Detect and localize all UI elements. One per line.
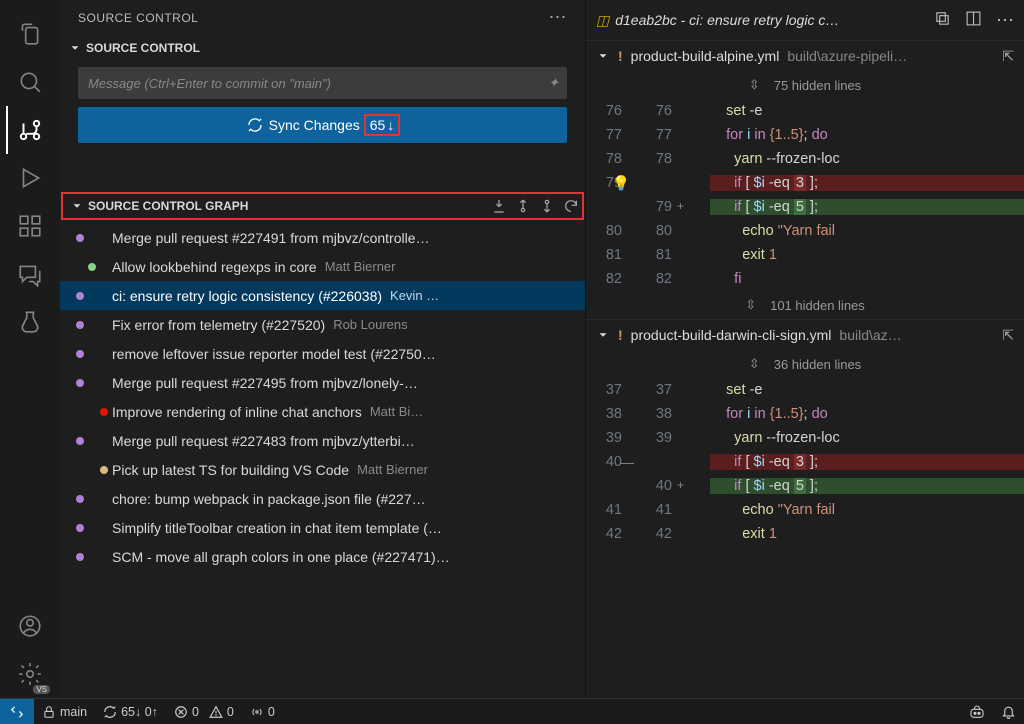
source-control-section-header[interactable]: SOURCE CONTROL	[60, 35, 585, 61]
commit-list: Merge pull request #227491 from mjbvz/co…	[60, 223, 585, 571]
branch-indicator[interactable]: main	[34, 699, 95, 724]
commit-row[interactable]: Merge pull request #227495 from mjbvz/lo…	[60, 368, 585, 397]
folded-region[interactable]: ⇳36 hidden lines	[586, 350, 1024, 378]
modified-icon: !	[618, 327, 623, 343]
copilot-status[interactable]	[961, 704, 993, 720]
editor-more-icon[interactable]: ⋯	[996, 10, 1014, 31]
chat-icon[interactable]	[6, 250, 54, 298]
code-line[interactable]: 81 81 exit 1	[586, 243, 1024, 267]
graph-actions	[491, 198, 579, 214]
pull-icon[interactable]	[515, 198, 531, 214]
explorer-icon[interactable]	[6, 10, 54, 58]
code-line[interactable]: 77 77 for i in {1..5}; do	[586, 123, 1024, 147]
code-line[interactable]: 79💡 if [ $i -eq 3 ];	[586, 171, 1024, 195]
commit-row[interactable]: Simplify titleToolbar creation in chat i…	[60, 513, 585, 542]
split-icon[interactable]	[965, 10, 982, 27]
unfold-icon: ⇳	[749, 356, 760, 372]
graph-label: SOURCE CONTROL GRAPH	[88, 199, 248, 213]
sync-status[interactable]: 65↓ 0↑	[95, 699, 166, 724]
status-bar: main 65↓ 0↑ 0 0 0	[0, 698, 1024, 724]
open-file-icon[interactable]: ⇱	[1002, 327, 1014, 344]
ports-status[interactable]: 0	[242, 699, 283, 724]
commit-row[interactable]: Fix error from telemetry (#227520)Rob Lo…	[60, 310, 585, 339]
code-line[interactable]: 38 38 for i in {1..5}; do	[586, 402, 1024, 426]
folded-region[interactable]: ⇳75 hidden lines	[586, 71, 1024, 99]
panel-more-icon[interactable]: ⋯	[549, 7, 568, 28]
code-line[interactable]: 39 39 yarn --frozen-loc	[586, 426, 1024, 450]
sync-label: Sync Changes	[269, 117, 360, 133]
commit-row[interactable]: ci: ensure retry logic consistency (#226…	[60, 281, 585, 310]
testing-icon[interactable]	[6, 298, 54, 346]
commit-row[interactable]: remove leftover issue reporter model tes…	[60, 339, 585, 368]
fetch-icon[interactable]	[491, 198, 507, 214]
run-debug-icon[interactable]	[6, 154, 54, 202]
code-line[interactable]: 82 82 fi	[586, 267, 1024, 291]
activity-bar: VS	[0, 0, 60, 698]
code-line[interactable]: 78 78 yarn --frozen-loc	[586, 147, 1024, 171]
accounts-icon[interactable]	[6, 602, 54, 650]
code-line[interactable]: 76 76 set -e	[586, 99, 1024, 123]
file-name: product-build-alpine.yml	[631, 48, 780, 64]
lock-icon	[42, 705, 56, 719]
error-icon	[174, 705, 188, 719]
chevron-down-icon	[70, 199, 84, 213]
folded-region[interactable]: ⇳101 hidden lines	[586, 291, 1024, 319]
chevron-down-icon	[596, 328, 610, 342]
radio-icon	[250, 705, 264, 719]
open-file-icon[interactable]: ⇱	[1002, 48, 1014, 65]
settings-icon[interactable]: VS	[6, 650, 54, 698]
refresh-icon[interactable]	[563, 198, 579, 214]
sync-changes-button[interactable]: Sync Changes 65↓	[78, 107, 567, 143]
editor-tabs: ◫ d1eab2bc - ci: ensure retry logic c… ⋯	[586, 0, 1024, 40]
chevron-down-icon	[68, 41, 82, 55]
commit-row[interactable]: Merge pull request #227491 from mjbvz/co…	[60, 223, 585, 252]
extensions-icon[interactable]	[6, 202, 54, 250]
commit-row[interactable]: Improve rendering of inline chat anchors…	[60, 397, 585, 426]
code-line[interactable]: 40+ if [ $i -eq 5 ];	[586, 474, 1024, 498]
expand-icon[interactable]	[934, 10, 951, 27]
commit-placeholder: Message (Ctrl+Enter to commit on "main")	[88, 76, 331, 91]
file-path: build\azure-pipeli…	[787, 48, 907, 64]
commit-message-input[interactable]: Message (Ctrl+Enter to commit on "main")…	[78, 67, 567, 99]
chevron-down-icon	[596, 49, 610, 63]
commit-row[interactable]: Merge pull request #227483 from mjbvz/yt…	[60, 426, 585, 455]
unfold-icon: ⇳	[745, 297, 756, 313]
code-line[interactable]: 42 42 exit 1	[586, 522, 1024, 546]
editor-pane: ◫ d1eab2bc - ci: ensure retry logic c… ⋯…	[585, 0, 1024, 698]
sparkle-icon[interactable]: ✦	[548, 75, 559, 91]
commit-row[interactable]: SCM - move all graph colors in one place…	[60, 542, 585, 571]
notifications-icon[interactable]	[993, 704, 1024, 719]
file-path: build\az…	[839, 327, 901, 343]
panel-title-label: SOURCE CONTROL	[78, 11, 198, 25]
modified-icon: !	[618, 48, 623, 64]
code-line[interactable]: 37 37 set -e	[586, 378, 1024, 402]
diff-file-header[interactable]: ! product-build-alpine.yml build\azure-p…	[586, 41, 1024, 71]
code-line[interactable]: 41 41 echo "Yarn fail	[586, 498, 1024, 522]
commit-row[interactable]: chore: bump webpack in package.json file…	[60, 484, 585, 513]
file-name: product-build-darwin-cli-sign.yml	[631, 327, 832, 343]
unfold-icon: ⇳	[749, 77, 760, 93]
diff-file-header[interactable]: ! product-build-darwin-cli-sign.yml buil…	[586, 320, 1024, 350]
commit-icon: ◫	[596, 12, 609, 29]
sync-icon	[103, 705, 117, 719]
source-control-icon[interactable]	[6, 106, 54, 154]
warning-icon	[209, 705, 223, 719]
incoming-count-box: 65↓	[366, 116, 399, 134]
section-label: SOURCE CONTROL	[86, 41, 200, 55]
tab-title: d1eab2bc - ci: ensure retry logic c…	[615, 12, 839, 28]
code-line[interactable]: 40— if [ $i -eq 3 ];	[586, 450, 1024, 474]
problems-status[interactable]: 0 0	[166, 699, 242, 724]
remote-indicator[interactable]	[0, 699, 34, 724]
editor-tab[interactable]: ◫ d1eab2bc - ci: ensure retry logic c…	[596, 12, 839, 29]
source-control-panel: SOURCE CONTROL ⋯ SOURCE CONTROL Message …	[60, 0, 585, 698]
sync-icon	[247, 117, 263, 133]
commit-row[interactable]: Pick up latest TS for building VS CodeMa…	[60, 455, 585, 484]
commit-row[interactable]: Allow lookbehind regexps in coreMatt Bie…	[60, 252, 585, 281]
search-icon[interactable]	[6, 58, 54, 106]
panel-title: SOURCE CONTROL ⋯	[60, 0, 585, 35]
code-line[interactable]: 80 80 echo "Yarn fail	[586, 219, 1024, 243]
push-icon[interactable]	[539, 198, 555, 214]
code-line[interactable]: 79+ if [ $i -eq 5 ];	[586, 195, 1024, 219]
graph-section-header[interactable]: SOURCE CONTROL GRAPH	[62, 193, 583, 219]
